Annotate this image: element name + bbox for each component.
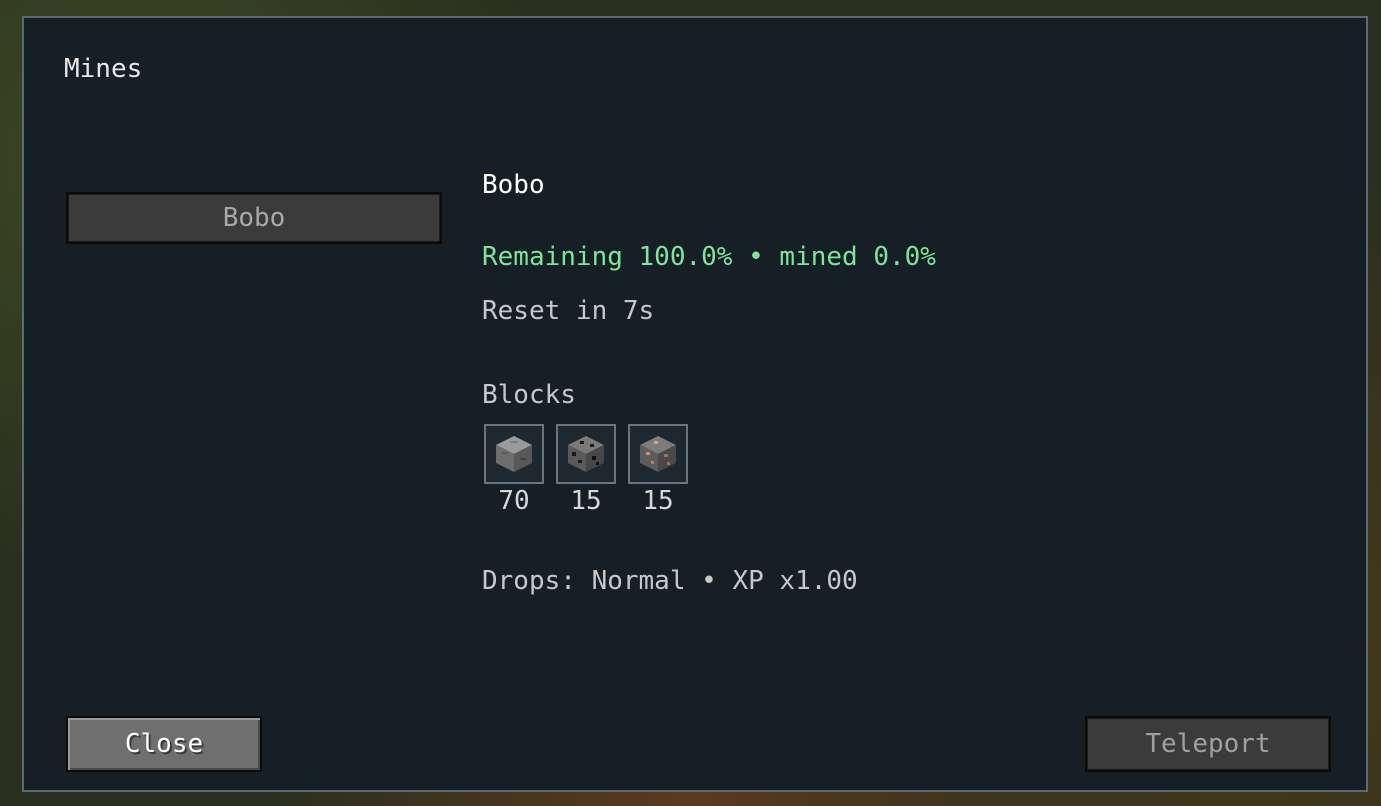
block-slot-coal-ore xyxy=(556,424,616,484)
stone-block-icon xyxy=(496,436,532,472)
block-count-iron-ore: 15 xyxy=(642,486,674,516)
mines-panel: Mines Bobo Bobo Remaining 100.0% • mined… xyxy=(22,16,1368,792)
close-button[interactable]: Close xyxy=(66,716,262,772)
mine-reset-timer: Reset in 7s xyxy=(482,296,655,326)
teleport-button[interactable]: Teleport xyxy=(1085,716,1331,772)
block-slot-stone xyxy=(484,424,544,484)
block-slot-iron-ore xyxy=(628,424,688,484)
block-count-stone: 70 xyxy=(498,486,530,516)
mine-list-item-bobo[interactable]: Bobo xyxy=(66,192,442,244)
blocks-heading: Blocks xyxy=(482,380,576,410)
screen-title: Mines xyxy=(64,54,143,84)
mine-remaining-status: Remaining 100.0% • mined 0.0% xyxy=(482,242,936,272)
drops-info: Drops: Normal • XP x1.00 xyxy=(482,566,858,596)
block-count-coal-ore: 15 xyxy=(570,486,602,516)
iron-ore-icon xyxy=(640,436,676,472)
coal-ore-icon xyxy=(568,436,604,472)
mine-detail-name: Bobo xyxy=(482,170,545,200)
